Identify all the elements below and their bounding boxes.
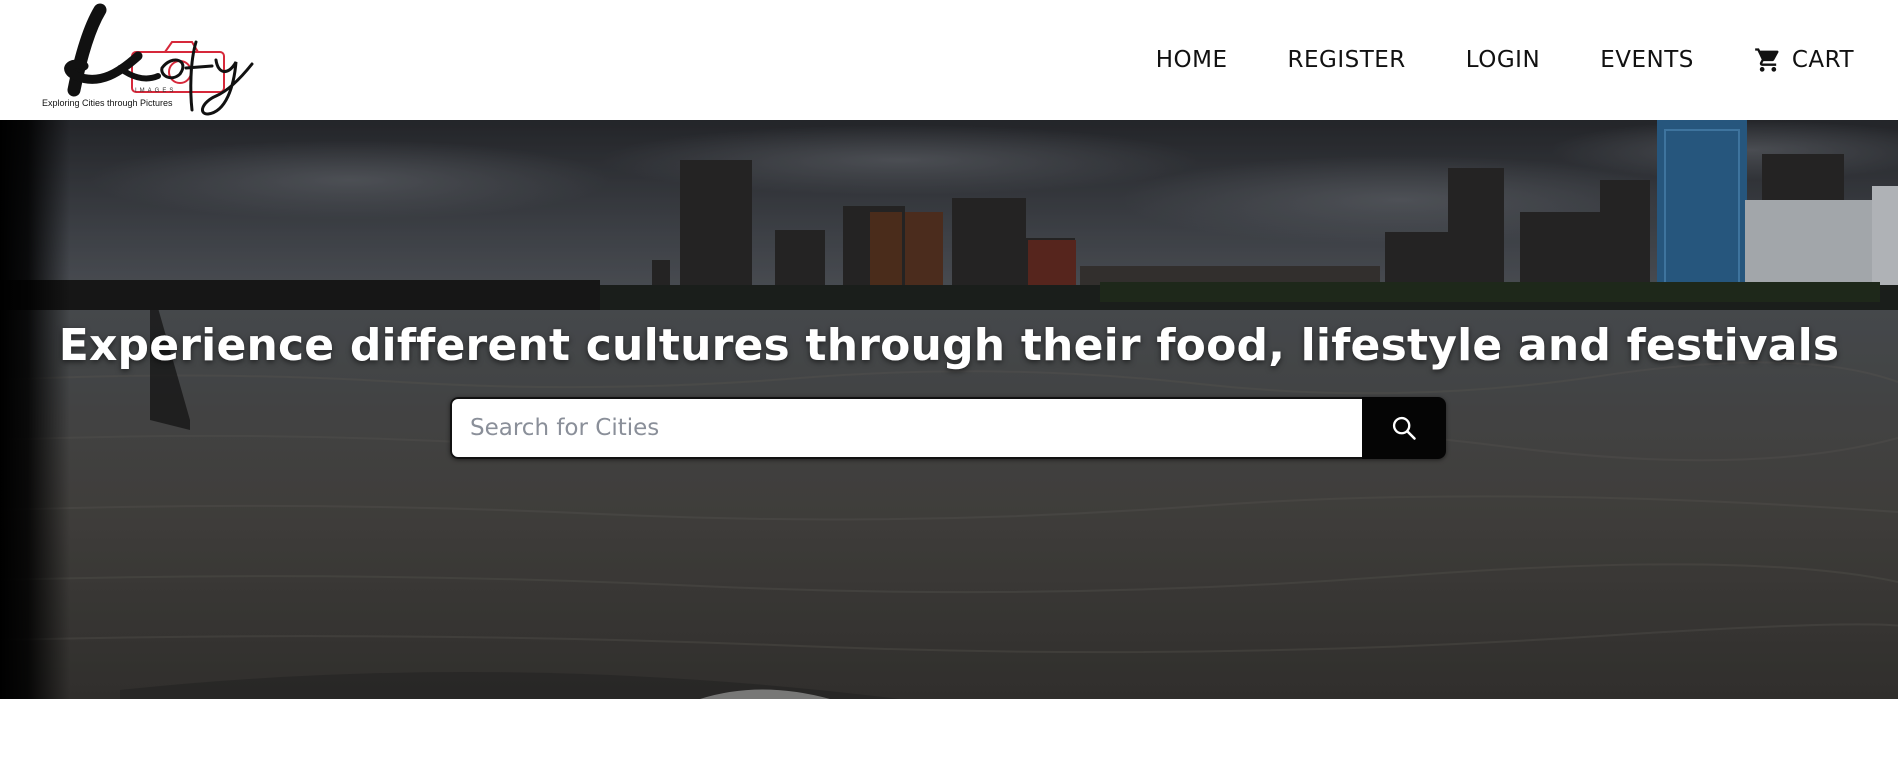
nav-register[interactable]: REGISTER xyxy=(1287,47,1405,73)
logo-tagline: Exploring Cities through Pictures xyxy=(42,98,173,108)
logo-subword: IMAGES xyxy=(135,88,177,94)
nav-cart-label: CART xyxy=(1791,47,1854,73)
search-input[interactable] xyxy=(450,397,1362,459)
nav-cart[interactable]: CART xyxy=(1754,46,1854,74)
site-header: IMAGES Exploring Cities through Pictures… xyxy=(0,0,1898,120)
nav-login[interactable]: LOGIN xyxy=(1466,47,1540,73)
brand-logo[interactable]: IMAGES Exploring Cities through Pictures xyxy=(40,2,255,118)
search-icon xyxy=(1392,416,1416,440)
hero-banner: Experience different cultures through th… xyxy=(0,120,1898,699)
cart-icon xyxy=(1755,48,1779,72)
main-nav: HOME REGISTER LOGIN EVENTS CART xyxy=(1156,40,1854,80)
hero-left-shadow xyxy=(0,120,70,699)
section-heading xyxy=(0,755,1898,769)
hero-title: Experience different cultures through th… xyxy=(58,320,1840,371)
nav-events[interactable]: EVENTS xyxy=(1600,47,1694,73)
city-search-form xyxy=(450,397,1446,459)
featured-section xyxy=(0,699,1898,769)
search-button[interactable] xyxy=(1362,397,1446,459)
nav-home[interactable]: HOME xyxy=(1156,47,1228,73)
